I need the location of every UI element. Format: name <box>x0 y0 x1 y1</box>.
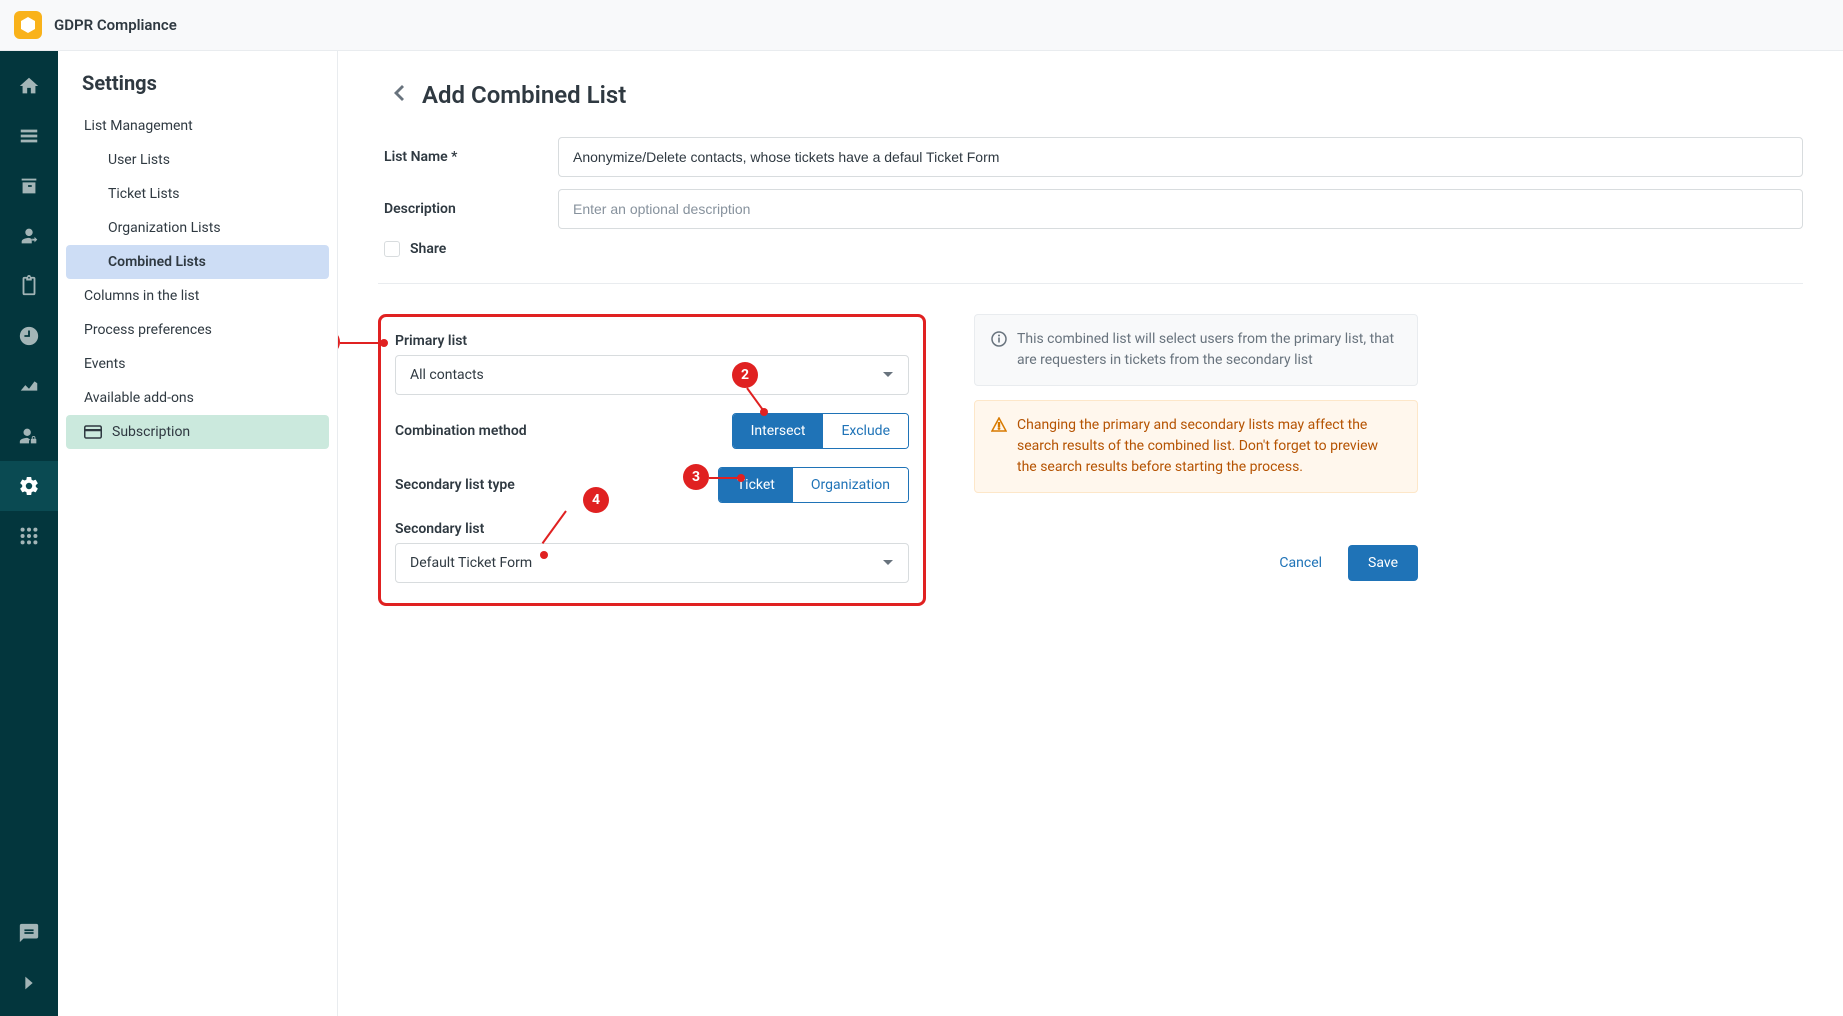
list-name-input[interactable] <box>558 137 1803 177</box>
secondary-list-label: Secondary list <box>395 521 909 537</box>
annotation-marker-4: 4 <box>583 487 609 513</box>
cancel-button[interactable]: Cancel <box>1261 545 1340 581</box>
sidebar-item-events[interactable]: Events <box>66 347 329 381</box>
secondary-list-dropdown[interactable]: Default Ticket Form <box>395 543 909 583</box>
sidebar-item-process-prefs[interactable]: Process preferences <box>66 313 329 347</box>
info-neutral-box: This combined list will select users fro… <box>974 314 1418 386</box>
sidebar-item-subscription[interactable]: Subscription <box>66 415 329 449</box>
list-name-label: List Name * <box>378 149 558 165</box>
page-title: Add Combined List <box>422 81 626 109</box>
info-neutral-text: This combined list will select users fro… <box>1017 329 1401 371</box>
info-column: This combined list will select users fro… <box>974 314 1418 581</box>
description-input[interactable] <box>558 189 1803 229</box>
combination-method-toggle: Intersect Exclude <box>732 413 909 449</box>
divider <box>378 283 1803 284</box>
nav-rail-lock-user[interactable] <box>0 411 58 461</box>
app-title: GDPR Compliance <box>54 16 177 34</box>
organization-button[interactable]: Organization <box>793 468 908 502</box>
share-checkbox[interactable] <box>384 241 400 257</box>
sidebar-item-ticket-lists[interactable]: Ticket Lists <box>66 177 329 211</box>
annotation-marker-3: 3 <box>683 464 709 490</box>
annotation-marker-2: 2 <box>732 362 758 388</box>
annotation-line-3 <box>709 477 739 479</box>
nav-rail-home[interactable] <box>0 61 58 111</box>
secondary-list-value: Default Ticket Form <box>410 555 532 571</box>
warning-icon <box>991 417 1007 433</box>
sidebar-item-columns[interactable]: Columns in the list <box>66 279 329 313</box>
sidebar-item-user-lists[interactable]: User Lists <box>66 143 329 177</box>
annotation-dot-4 <box>540 551 548 559</box>
ticket-button[interactable]: Ticket <box>719 468 793 502</box>
nav-rail-archive[interactable] <box>0 161 58 211</box>
nav-rail-settings[interactable] <box>0 461 58 511</box>
annotation-marker-1: 1 <box>338 329 340 355</box>
exclude-button[interactable]: Exclude <box>823 414 908 448</box>
chevron-down-icon <box>882 369 894 381</box>
annotation-dot-1 <box>380 339 388 347</box>
nav-rail-clock[interactable] <box>0 311 58 361</box>
secondary-type-label: Secondary list type <box>395 477 515 493</box>
chevron-down-icon <box>882 557 894 569</box>
sidebar-item-label: Subscription <box>112 424 190 440</box>
card-icon <box>84 425 102 439</box>
share-label: Share <box>410 241 446 257</box>
sidebar-item-organization-lists[interactable]: Organization Lists <box>66 211 329 245</box>
nav-rail-chat[interactable] <box>0 908 58 958</box>
nav-rail <box>0 51 58 1016</box>
combination-method-label: Combination method <box>395 423 527 439</box>
save-button[interactable]: Save <box>1348 545 1418 581</box>
nav-rail-chart[interactable] <box>0 361 58 411</box>
nav-rail-apps[interactable] <box>0 511 58 561</box>
sidebar-title: Settings <box>82 71 329 95</box>
nav-rail-users[interactable] <box>0 211 58 261</box>
primary-list-dropdown[interactable]: All contacts 2 <box>395 355 909 395</box>
annotation-dot-2 <box>760 408 768 416</box>
primary-list-value: All contacts <box>410 367 484 383</box>
app-icon <box>14 11 42 39</box>
primary-list-label: Primary list <box>395 333 909 349</box>
nav-rail-collapse[interactable] <box>0 958 58 1008</box>
back-button[interactable] <box>394 85 404 105</box>
sidebar-item-available-addons[interactable]: Available add-ons <box>66 381 329 415</box>
top-header: GDPR Compliance <box>0 0 1843 51</box>
info-warning-text: Changing the primary and secondary lists… <box>1017 415 1401 478</box>
sidebar-item-combined-lists[interactable]: Combined Lists <box>66 245 329 279</box>
annotation-line-2 <box>746 387 763 409</box>
info-icon <box>991 331 1007 347</box>
secondary-type-toggle: Ticket Organization <box>718 467 909 503</box>
annotation-dot-3 <box>737 474 745 482</box>
description-label: Description <box>378 201 558 217</box>
annotation-line-1 <box>340 342 380 344</box>
nav-rail-lists[interactable] <box>0 111 58 161</box>
settings-sidebar: Settings List Management User Lists Tick… <box>58 51 338 1016</box>
intersect-button[interactable]: Intersect <box>733 414 824 448</box>
info-warning-box: Changing the primary and secondary lists… <box>974 400 1418 493</box>
main-content: Add Combined List List Name * Descriptio… <box>338 51 1843 1016</box>
sidebar-item-list-management[interactable]: List Management <box>66 109 329 143</box>
config-panel: Primary list All contacts 2 Combination … <box>378 314 926 606</box>
nav-rail-clipboard[interactable] <box>0 261 58 311</box>
